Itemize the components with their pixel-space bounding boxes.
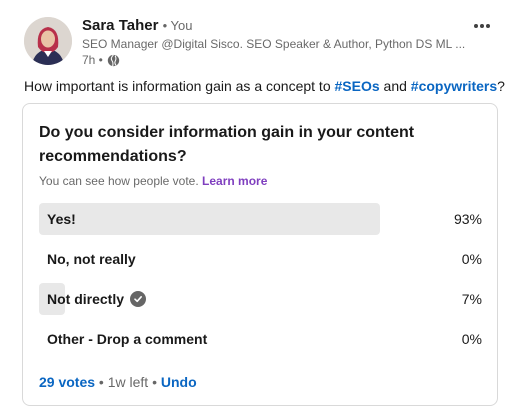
author-name[interactable]: Sara Taher (82, 17, 158, 34)
poll-option-label: Yes! (47, 211, 76, 227)
poll-option-label: Other - Drop a comment (47, 331, 208, 347)
post-time-line: 7h • (82, 52, 482, 68)
poll-footer: 29 votes • 1w left • Undo (39, 372, 197, 392)
poll-option-not-directly[interactable]: Not directly 7% (39, 283, 484, 315)
poll-card: Do you consider information gain in your… (22, 103, 498, 406)
poll-option-percent: 0% (461, 251, 482, 267)
more-options-icon[interactable] (470, 16, 494, 36)
post-header: Sara Taher • You SEO Manager @Digital Si… (24, 14, 504, 70)
author-meta: Sara Taher • You SEO Manager @Digital Si… (82, 16, 482, 68)
hashtag-copywriters[interactable]: #copywriters (411, 78, 497, 94)
poll-visibility-note: You can see how people vote. Learn more (39, 173, 267, 189)
poll-option-yes[interactable]: Yes! 93% (39, 203, 484, 235)
post-text-before: How important is information gain as a c… (24, 78, 335, 94)
poll-option-percent: 0% (461, 331, 482, 347)
votes-count-link[interactable]: 29 votes (39, 374, 95, 390)
check-circle-icon (130, 291, 147, 307)
learn-more-link[interactable]: Learn more (202, 174, 267, 188)
author-name-line: Sara Taher • You (82, 16, 482, 36)
poll-option-percent: 7% (461, 291, 482, 307)
poll-option-percent: 93% (453, 211, 482, 227)
poll-option-other[interactable]: Other - Drop a comment 0% (39, 323, 484, 355)
post-text: How important is information gain as a c… (24, 76, 505, 96)
poll-option-label-wrap: Other - Drop a comment (47, 323, 207, 355)
poll-option-label-wrap: No, not really (47, 243, 136, 275)
avatar-image (24, 17, 72, 65)
post-text-after: ? (497, 78, 505, 94)
poll-question: Do you consider information gain in your… (39, 124, 415, 165)
you-badge: • You (162, 18, 193, 33)
poll-option-label: No, not really (47, 251, 136, 267)
poll-option-bar (39, 203, 381, 235)
author-headline: SEO Manager @Digital Sisco. SEO Speaker … (82, 37, 466, 51)
poll-option-label: Not directly (47, 291, 125, 307)
visibility-text: You can see how people vote. (39, 174, 203, 188)
globe-icon (107, 53, 120, 66)
time-left: • 1w left • (95, 374, 161, 390)
hashtag-seos[interactable]: #SEOs (335, 78, 380, 94)
poll-option-label-wrap: Yes! (47, 203, 76, 235)
post-text-middle: and (379, 78, 411, 94)
poll-option-no[interactable]: No, not really 0% (39, 243, 484, 275)
avatar[interactable] (24, 17, 72, 65)
poll-option-label-wrap: Not directly (47, 283, 147, 315)
post-time: 7h • (82, 53, 103, 67)
undo-button[interactable]: Undo (161, 374, 197, 390)
